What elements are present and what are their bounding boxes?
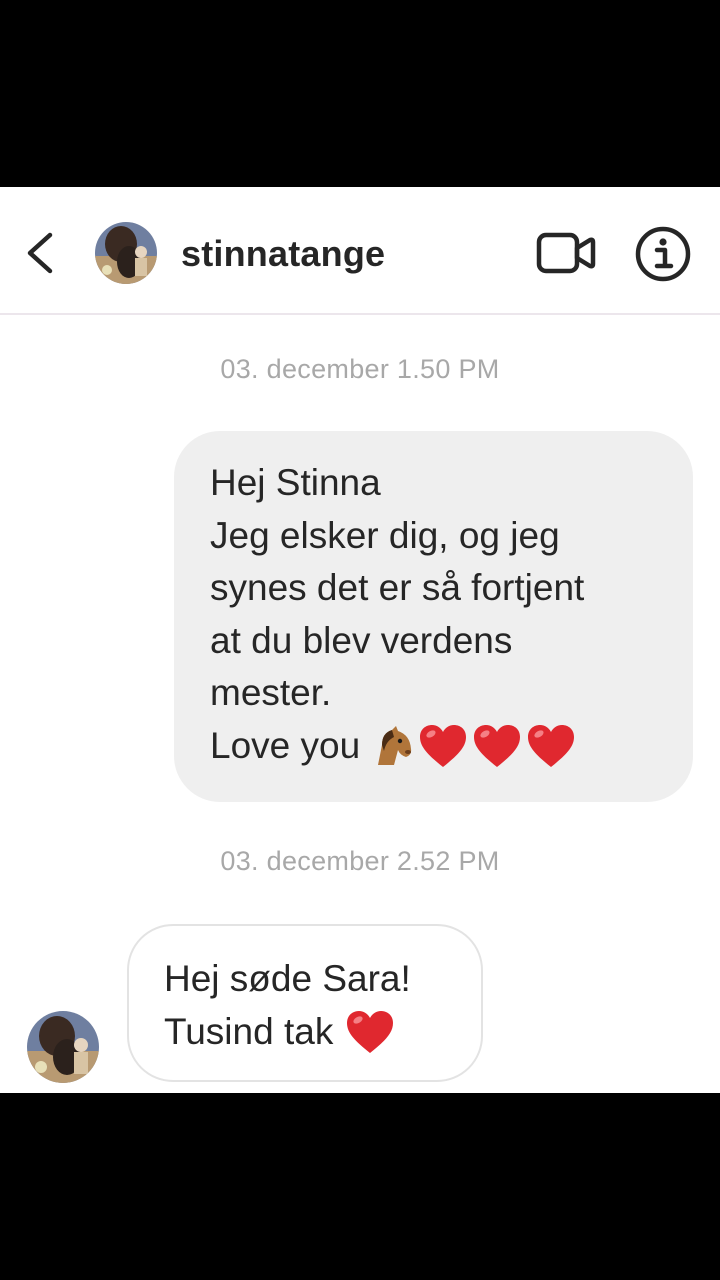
info-icon (634, 226, 692, 287)
chat-screen: stinnatange 03. december 1.50 PM Hej Sti… (0, 187, 720, 1093)
chat-header: stinnatange (0, 187, 720, 315)
message-line-text: Love you (210, 724, 361, 766)
back-button[interactable] (22, 231, 62, 275)
red-heart-icon (526, 723, 576, 769)
message-timestamp: 03. december 1.50 PM (220, 354, 500, 384)
sender-avatar[interactable] (27, 1011, 99, 1083)
message-line: at du blev verdens (210, 619, 513, 661)
message-line: Hej Stinna (210, 462, 381, 503)
message-line-text: Tusind tak (164, 1010, 334, 1052)
message-line: Hej søde Sara! (164, 958, 411, 999)
message-line-with-emoji: Love you (210, 720, 673, 773)
horse-face-icon (368, 725, 414, 767)
video-camera-icon (536, 232, 596, 279)
red-heart-icon (472, 723, 522, 769)
message-line: Jeg elsker dig, og jeg (210, 514, 560, 556)
outgoing-message-bubble[interactable]: Hej Stinna Jeg elsker dig, og jeg synes … (174, 431, 693, 802)
message-line-with-emoji: Tusind tak (164, 1006, 471, 1059)
red-heart-icon (345, 1009, 395, 1055)
message-line: mester. (210, 672, 332, 713)
letterbox-top (0, 0, 720, 187)
avatar[interactable] (95, 222, 157, 284)
message-timestamp: 03. december 2.52 PM (220, 846, 500, 876)
video-call-button[interactable] (536, 231, 596, 275)
letterbox-bottom (0, 1093, 720, 1280)
chat-username[interactable]: stinnatange (181, 232, 385, 276)
chevron-left-icon (22, 232, 62, 279)
message-line: synes det er så fortjent (210, 567, 585, 608)
incoming-message-bubble[interactable]: Hej søde Sara! Tusind tak (127, 924, 483, 1082)
red-heart-icon (418, 723, 468, 769)
info-button[interactable] (634, 225, 692, 283)
